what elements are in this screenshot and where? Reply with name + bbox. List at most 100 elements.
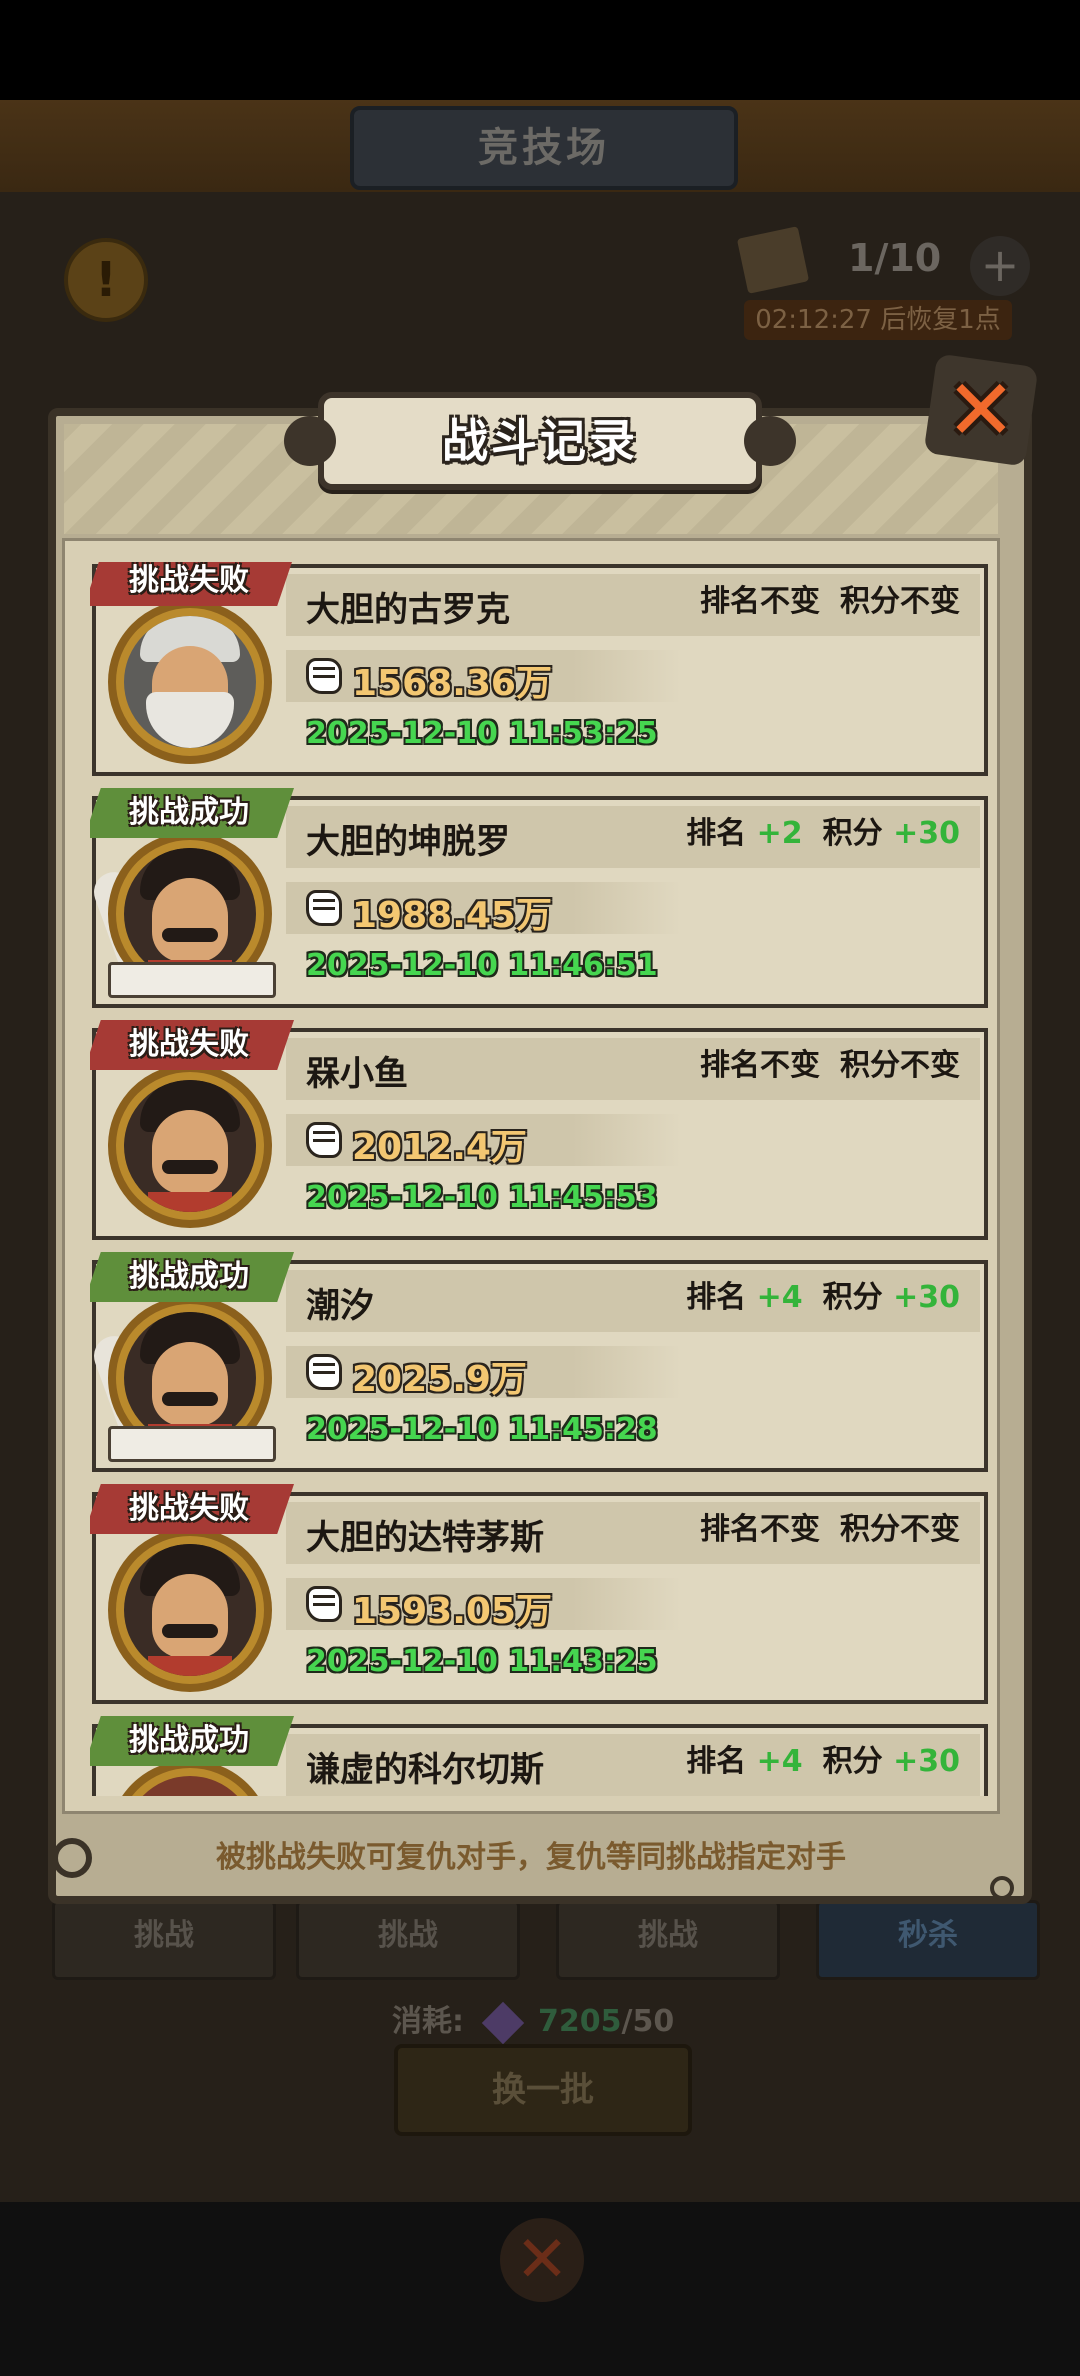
opponent-name: 潮汐	[306, 1286, 374, 1326]
avatar-mustache-man[interactable]	[124, 1544, 256, 1676]
battle-time: 2025-12-10 11:45:53	[306, 1180, 658, 1215]
rank-unchanged: 排名不变	[700, 1512, 820, 1547]
record-power-bar-fade	[572, 650, 682, 702]
score-unchanged: 积分不变	[840, 584, 960, 619]
rank-label: 排名	[686, 816, 747, 851]
corner-ornament	[52, 1838, 92, 1878]
avatar-mustache	[162, 1392, 218, 1406]
score-label: 积分	[822, 1744, 883, 1779]
avatar-skin	[152, 1574, 228, 1658]
result-badge: 挑战成功	[90, 1716, 294, 1766]
result-text: 排名不变 积分不变	[700, 1504, 960, 1548]
avatar-mustache-man[interactable]	[124, 1080, 256, 1212]
corner-ornament	[990, 1876, 1014, 1900]
opponent-name: 槑小鱼	[306, 1054, 408, 1094]
battle-time: 2025-12-10 11:43:25	[306, 1644, 658, 1679]
cost-amount: /50	[621, 2004, 675, 2039]
record-power-bar-fade	[572, 882, 682, 934]
combat-power: 1593.05万	[352, 1591, 552, 1632]
book-icon	[108, 1426, 276, 1462]
avatar-skin	[152, 1110, 228, 1194]
info-icon[interactable]: !	[64, 238, 148, 322]
opponent-name: 大胆的坤脱罗	[306, 822, 510, 862]
add-ticket-button[interactable]: +	[970, 236, 1030, 296]
avatar-mustache	[162, 928, 218, 942]
close-icon[interactable]: ✕	[930, 360, 1032, 460]
result-badge: 挑战成功	[90, 788, 294, 838]
result-badge: 挑战失败	[90, 1020, 294, 1070]
record-power-bar-fade	[572, 1578, 682, 1630]
rank-delta: +2	[756, 816, 803, 851]
score-delta: +30	[893, 816, 960, 851]
challenge-button[interactable]: 挑战	[296, 1900, 520, 1980]
rank-label: 排名	[686, 1280, 747, 1315]
panel-title-plate: 战斗记录	[284, 392, 796, 490]
result-text: 排名不变 积分不变	[700, 576, 960, 620]
avatar-mustache	[162, 1624, 218, 1638]
screen-close-button[interactable]: ✕	[500, 2218, 584, 2302]
revenge-hint: 被挑战失败可复仇对手，复仇等同挑战指定对手	[216, 1840, 846, 1875]
challenge-button[interactable]: 挑战	[556, 1900, 780, 1980]
opponent-name: 谦虚的科尔切斯	[306, 1750, 544, 1790]
rank-delta: +4	[756, 1744, 803, 1779]
record-item[interactable]: 挑战成功 大胆的坤脱罗 排名 +2 积分 +30 1988.45万 2025-12…	[90, 788, 990, 1008]
book-icon	[108, 962, 276, 998]
combat-power: 2025.9万	[352, 1359, 527, 1400]
challenge-button[interactable]: 挑战	[52, 1900, 276, 1980]
score-delta: +30	[893, 1744, 960, 1779]
status-bar-area	[0, 0, 1080, 100]
battle-record-list[interactable]: 挑战失败 大胆的古罗克 排名不变 积分不变 1568.36万 2025-12-10…	[90, 562, 990, 1796]
rank-unchanged: 排名不变	[700, 584, 820, 619]
score-label: 积分	[822, 816, 883, 851]
combat-power: 2012.4万	[352, 1127, 527, 1168]
fist-power-icon	[306, 1586, 342, 1622]
score-label: 积分	[822, 1280, 883, 1315]
battle-time: 2025-12-10 11:53:25	[306, 716, 658, 751]
rank-delta: +4	[756, 1280, 803, 1315]
result-badge: 挑战失败	[90, 562, 294, 606]
avatar-collar	[148, 1192, 232, 1212]
ticket-count: 1/10	[848, 236, 942, 280]
gem-count: 7205	[538, 2004, 622, 2039]
gem-icon	[481, 2001, 525, 2044]
panel-title: 战斗记录	[442, 414, 638, 468]
avatar-collar	[148, 1656, 232, 1676]
fist-power-icon	[306, 1354, 342, 1390]
avatar-old-bearded-man[interactable]	[124, 616, 256, 748]
record-power-bar-fade	[572, 1114, 682, 1166]
recover-timer: 02:12:27 后恢复1点	[744, 300, 1012, 340]
rank-label: 排名	[686, 1744, 747, 1779]
refresh-opponents-button[interactable]: 换一批	[394, 2044, 692, 2136]
record-item[interactable]: 挑战失败 槑小鱼 排名不变 积分不变 2012.4万 2025-12-10 11:…	[90, 1020, 990, 1240]
avatar-skin	[152, 1342, 228, 1426]
opponent-name: 大胆的达特茅斯	[306, 1518, 544, 1558]
cost-row: 消耗: 7205/50	[392, 1996, 675, 2044]
opponent-name: 大胆的古罗克	[306, 590, 510, 630]
record-power-bar-fade	[572, 1346, 682, 1398]
result-text: 排名 +4 积分 +30	[686, 1272, 960, 1316]
combat-power: 1988.45万	[352, 895, 552, 936]
avatar-mustache-man[interactable]	[124, 848, 256, 980]
avatar-mustache-man[interactable]	[124, 1312, 256, 1444]
fist-power-icon	[306, 890, 342, 926]
result-text: 排名 +2 积分 +30	[686, 808, 960, 852]
avatar-beard	[146, 692, 234, 748]
avatar-skin	[152, 878, 228, 962]
arena-title: 竞技场	[350, 106, 738, 190]
rank-unchanged: 排名不变	[700, 1048, 820, 1083]
battle-time: 2025-12-10 11:45:28	[306, 1412, 658, 1447]
result-text: 排名 +4 积分 +30	[686, 1736, 960, 1780]
score-delta: +30	[893, 1280, 960, 1315]
record-item[interactable]: 挑战失败 大胆的古罗克 排名不变 积分不变 1568.36万 2025-12-10…	[90, 562, 990, 776]
fist-power-icon	[306, 658, 342, 694]
result-text: 排名不变 积分不变	[700, 1040, 960, 1084]
avatar-mustache	[162, 1160, 218, 1174]
record-item[interactable]: 挑战成功 潮汐 排名 +4 积分 +30 2025.9万 2025-12-10 1…	[90, 1252, 990, 1472]
score-unchanged: 积分不变	[840, 1048, 960, 1083]
score-unchanged: 积分不变	[840, 1512, 960, 1547]
record-item[interactable]: 挑战失败 大胆的达特茅斯 排名不变 积分不变 1593.05万 2025-12-1…	[90, 1484, 990, 1704]
instant-win-button[interactable]: 秒杀	[816, 1900, 1040, 1980]
result-badge: 挑战成功	[90, 1252, 294, 1302]
fist-power-icon	[306, 1122, 342, 1158]
record-item[interactable]: 挑战成功 谦虚的科尔切斯 排名 +4 积分 +30	[90, 1716, 990, 1796]
